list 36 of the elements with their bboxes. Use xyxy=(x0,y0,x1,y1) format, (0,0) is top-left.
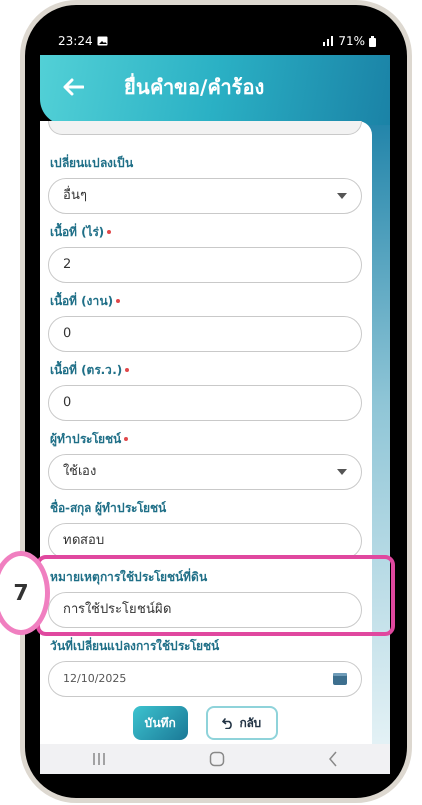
input-field[interactable] xyxy=(48,121,362,135)
field-label: เปลี่ยนแปลงเป็น xyxy=(50,154,133,172)
back-button[interactable]: กลับ xyxy=(206,706,278,740)
required-mark xyxy=(125,368,130,372)
page-title: ยื่นคำขอ/คำร้อง xyxy=(124,72,264,101)
battery-percent: 71% xyxy=(338,33,365,50)
battery-icon xyxy=(369,36,376,46)
home-icon[interactable] xyxy=(208,751,225,767)
calendar-icon[interactable] xyxy=(333,673,347,685)
input-field[interactable]: 0 xyxy=(48,385,362,421)
field-label: เนื้อที่ (งาน) xyxy=(50,292,114,310)
step-number: 7 xyxy=(0,551,50,635)
input-field[interactable]: 0 xyxy=(48,316,362,352)
field-label: ชื่อ-สกุล ผู้ทำประโยชน์ xyxy=(50,499,166,517)
caret-icon xyxy=(337,469,347,475)
input-field[interactable]: การใช้ประโยชน์ผิด xyxy=(48,592,362,628)
required-mark xyxy=(116,299,120,303)
field-label: เนื้อที่ (ตร.ว.) xyxy=(50,361,122,379)
field-label: เนื้อที่ (ไร่) xyxy=(50,223,104,241)
field-label: ผู้ทำประโยชน์ xyxy=(50,430,121,448)
input-field[interactable]: 2 xyxy=(48,247,362,283)
dropdown[interactable]: ใช้เอง xyxy=(48,454,362,490)
undo-icon xyxy=(222,718,234,728)
caret-icon xyxy=(337,193,347,199)
field-label: วันที่เปลี่ยนแปลงการใช้ประโยชน์ xyxy=(50,637,219,655)
field-label: หมายเหตุการใช้ประโยชน์ที่ดิน xyxy=(50,568,207,586)
back-icon[interactable] xyxy=(328,751,338,767)
required-mark xyxy=(107,230,112,234)
signal-icon xyxy=(322,36,334,46)
back-arrow-icon[interactable] xyxy=(62,78,84,96)
status-time: 23:24 xyxy=(58,33,93,50)
dropdown[interactable]: อื่นๆ xyxy=(48,178,362,214)
required-mark xyxy=(124,437,128,441)
image-icon xyxy=(96,36,108,46)
recent-apps-icon[interactable] xyxy=(92,752,106,766)
date-field[interactable]: 12/10/2025 xyxy=(48,661,362,697)
